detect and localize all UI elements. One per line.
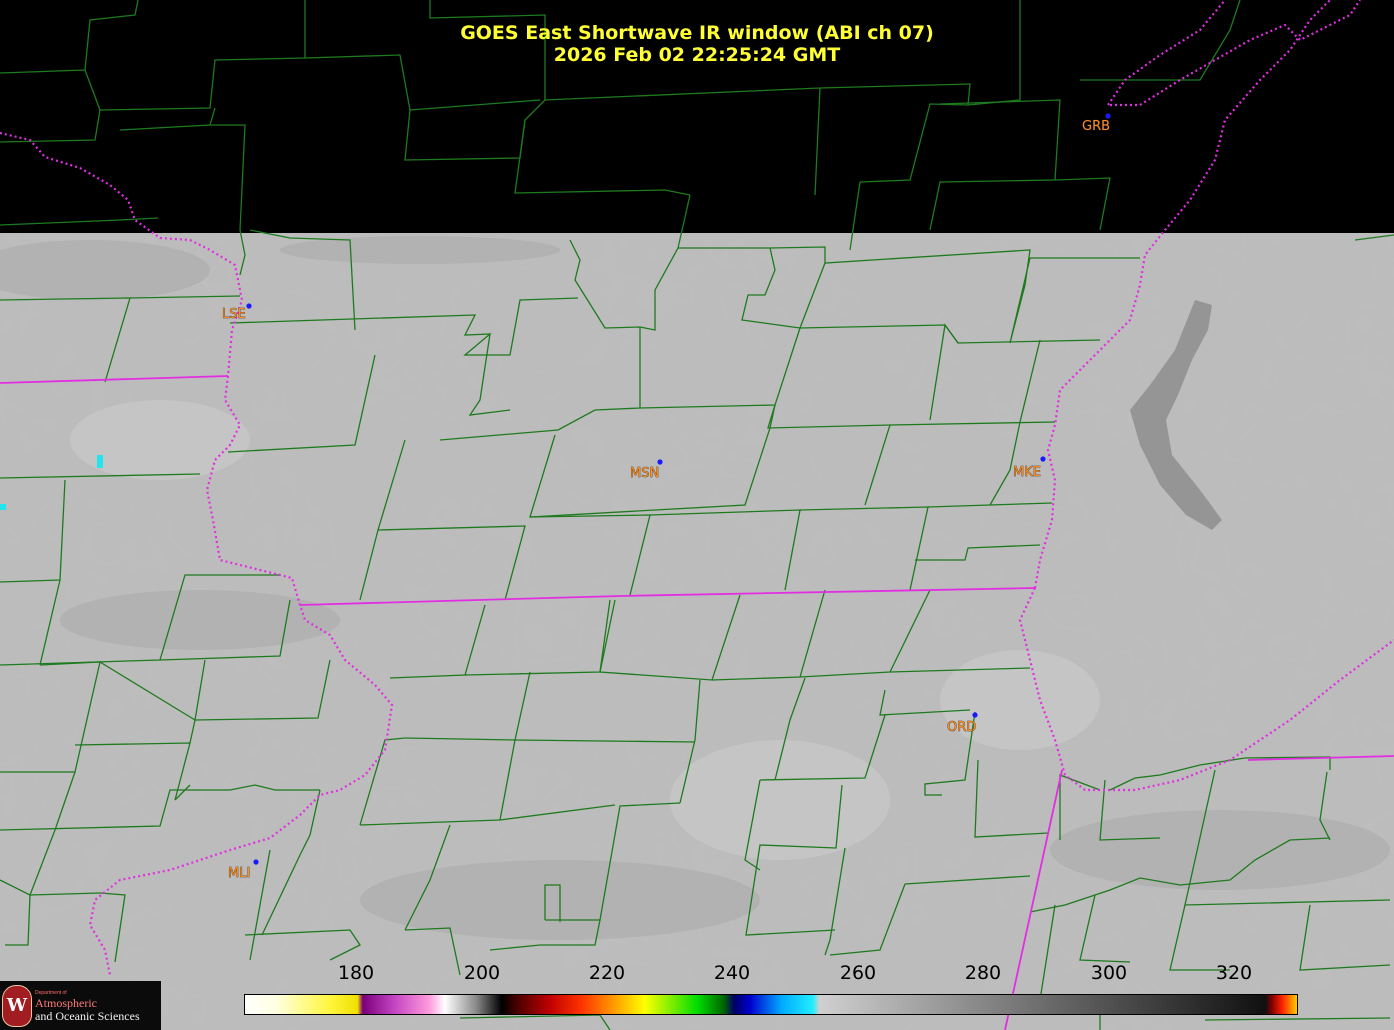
colorbar-tick: 300 bbox=[1090, 962, 1128, 984]
cold-pixel-marker bbox=[0, 504, 6, 510]
colorbar-tick: 320 bbox=[1215, 962, 1253, 984]
station-label-mli: MLI bbox=[228, 866, 250, 881]
colorbar-tick: 180 bbox=[337, 962, 375, 984]
colorbar-tick: 240 bbox=[713, 962, 751, 984]
station-dot-mli bbox=[253, 859, 259, 865]
logo-line2: and Oceanic Sciences bbox=[35, 1009, 140, 1023]
station-dot-mke bbox=[1040, 456, 1046, 462]
station-dot-ord bbox=[972, 712, 978, 718]
temperature-colorbar bbox=[244, 994, 1298, 1015]
satellite-map: LSE MSN MKE ORD MLI GRB bbox=[0, 0, 1394, 1030]
map-title: GOES East Shortwave IR window (ABI ch 07… bbox=[460, 22, 934, 44]
station-label-msn: MSN bbox=[630, 466, 659, 481]
station-label-mke: MKE bbox=[1013, 465, 1041, 480]
station-dot-msn bbox=[657, 459, 663, 465]
colorbar-tick: 260 bbox=[839, 962, 877, 984]
colorbar-tick: 200 bbox=[463, 962, 501, 984]
station-label-grb: GRB bbox=[1082, 119, 1110, 134]
station-label-ord: ORD bbox=[947, 720, 976, 735]
aos-logo: W Department of Atmospheric and Oceanic … bbox=[0, 981, 161, 1030]
map-timestamp: 2026 Feb 02 22:25:24 GMT bbox=[553, 44, 841, 66]
cold-pixel-marker bbox=[97, 455, 103, 468]
colorbar-tick: 220 bbox=[588, 962, 626, 984]
station-dot-lse bbox=[246, 303, 252, 309]
seal-letter: W bbox=[6, 995, 28, 1016]
station-label-lse: LSE bbox=[222, 307, 246, 322]
colorbar-tick: 280 bbox=[964, 962, 1002, 984]
uw-seal-icon: W bbox=[2, 985, 32, 1027]
station-dot-grb bbox=[1105, 113, 1111, 119]
